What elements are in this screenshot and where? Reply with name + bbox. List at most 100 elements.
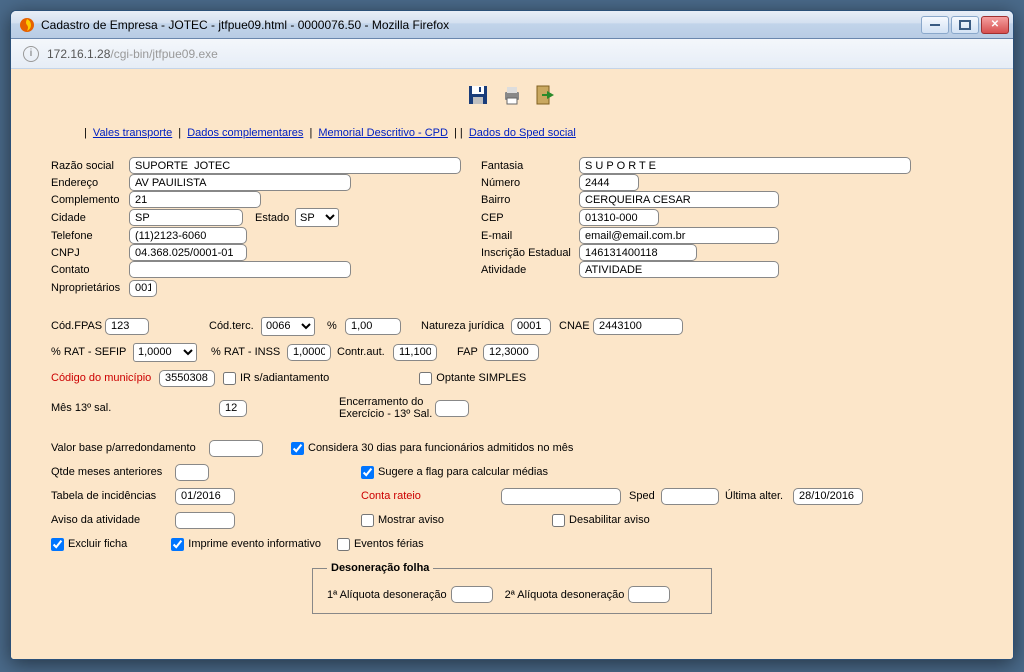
input-cnpj[interactable]	[129, 244, 247, 261]
save-icon[interactable]	[464, 81, 492, 109]
check-considera-30[interactable]	[291, 442, 304, 455]
label-encerramento: Encerramento do Exercício - 13º Sal.	[339, 396, 435, 420]
input-ultima-alter[interactable]	[793, 488, 863, 505]
titlebar: Cadastro de Empresa - JOTEC - jtfpue09.h…	[11, 11, 1013, 39]
input-pct[interactable]	[345, 318, 401, 335]
exit-icon[interactable]	[532, 81, 560, 109]
check-excluir-ficha[interactable]	[51, 538, 64, 551]
label-aliq2: 2ª Alíquota desoneração	[505, 589, 625, 601]
fieldset-desoneracao: Desoneração folha 1ª Alíquota desoneraçã…	[312, 562, 712, 614]
label-ir-adiant: IR s/adiantamento	[240, 372, 329, 384]
label-estado: Estado	[255, 212, 295, 224]
label-rat-inss: % RAT - INSS	[211, 346, 287, 358]
input-cod-municipio[interactable]	[159, 370, 215, 387]
input-contato[interactable]	[129, 261, 351, 278]
input-bairro[interactable]	[579, 191, 779, 208]
check-desabilitar-aviso[interactable]	[552, 514, 565, 527]
input-encerramento[interactable]	[435, 400, 469, 417]
input-fantasia[interactable]	[579, 157, 911, 174]
check-mostrar-aviso[interactable]	[361, 514, 374, 527]
form: Razão social Fantasia Endereço Número	[51, 157, 973, 614]
label-aviso-atividade: Aviso da atividade	[51, 514, 175, 526]
label-considera-30: Considera 30 dias para funcionários admi…	[308, 442, 573, 454]
check-sugere-flag[interactable]	[361, 466, 374, 479]
input-rat-inss[interactable]	[287, 344, 331, 361]
label-fantasia: Fantasia	[481, 160, 579, 172]
link-vales[interactable]: Vales transporte	[93, 127, 172, 139]
input-numero[interactable]	[579, 174, 639, 191]
check-eventos-ferias[interactable]	[337, 538, 350, 551]
label-cod-terc: Cód.terc.	[209, 320, 261, 332]
select-rat-sefip[interactable]: 1,0000	[133, 343, 197, 362]
label-sped: Sped	[629, 490, 661, 502]
select-estado[interactable]: SP	[295, 208, 339, 227]
label-opt-simples: Optante SIMPLES	[436, 372, 526, 384]
check-imprime-evento[interactable]	[171, 538, 184, 551]
label-nproprietarios: Nproprietários	[51, 282, 129, 294]
label-cnae: CNAE	[559, 320, 593, 332]
firefox-icon	[19, 17, 35, 33]
label-eventos-ferias: Eventos férias	[354, 538, 424, 550]
label-complemento: Complemento	[51, 194, 129, 206]
input-cnae[interactable]	[593, 318, 683, 335]
close-button[interactable]	[981, 16, 1009, 34]
input-cod-fpas[interactable]	[105, 318, 149, 335]
label-cod-fpas: Cód.FPAS	[51, 320, 105, 332]
label-desabilitar-aviso: Desabilitar aviso	[569, 514, 650, 526]
input-valor-base[interactable]	[209, 440, 263, 457]
input-aliq2[interactable]	[628, 586, 670, 603]
label-rat-sefip: % RAT - SEFIP	[51, 346, 133, 358]
input-nat-juridica[interactable]	[511, 318, 551, 335]
label-fap: FAP	[457, 346, 483, 358]
info-icon[interactable]: i	[23, 46, 39, 62]
input-qtde-meses[interactable]	[175, 464, 209, 481]
label-bairro: Bairro	[481, 194, 579, 206]
page-content: | Vales transporte | Dados complementare…	[11, 69, 1013, 659]
label-valor-base: Valor base p/arredondamento	[51, 442, 209, 454]
input-email[interactable]	[579, 227, 779, 244]
label-conta-rateio: Conta rateio	[361, 490, 431, 502]
browser-window: Cadastro de Empresa - JOTEC - jtfpue09.h…	[10, 10, 1014, 660]
input-nproprietarios[interactable]	[129, 280, 157, 297]
input-aviso-atividade[interactable]	[175, 512, 235, 529]
label-mostrar-aviso: Mostrar aviso	[378, 514, 444, 526]
check-opt-simples[interactable]	[419, 372, 432, 385]
maximize-button[interactable]	[951, 16, 979, 34]
input-razao-social[interactable]	[129, 157, 461, 174]
label-telefone: Telefone	[51, 230, 129, 242]
input-mes-13[interactable]	[219, 400, 247, 417]
label-numero: Número	[481, 177, 579, 189]
link-memorial[interactable]: Memorial Descritivo - CPD	[318, 127, 448, 139]
label-tabela-inc: Tabela de incidências	[51, 490, 175, 502]
input-endereco[interactable]	[129, 174, 351, 191]
input-contr-aut[interactable]	[393, 344, 437, 361]
label-sugere-flag: Sugere a flag para calcular médias	[378, 466, 548, 478]
input-cidade[interactable]	[129, 209, 243, 226]
url-text[interactable]: 172.16.1.28/cgi-bin/jtfpue09.exe	[47, 47, 218, 61]
print-icon[interactable]	[498, 81, 526, 109]
input-cep[interactable]	[579, 209, 659, 226]
label-nat-juridica: Natureza jurídica	[421, 320, 511, 332]
input-tabela-inc[interactable]	[175, 488, 235, 505]
link-sped[interactable]: Dados do Sped social	[469, 127, 576, 139]
input-sped[interactable]	[661, 488, 719, 505]
label-cod-municipio: Código do município	[51, 372, 159, 384]
input-telefone[interactable]	[129, 227, 247, 244]
minimize-button[interactable]	[921, 16, 949, 34]
label-insc-est: Inscrição Estadual	[481, 247, 579, 259]
label-mes-13: Mês 13º sal.	[51, 402, 219, 414]
select-cod-terc[interactable]: 0066	[261, 317, 315, 336]
label-cnpj: CNPJ	[51, 247, 129, 259]
label-qtde-meses: Qtde meses anteriores	[51, 466, 175, 478]
input-complemento[interactable]	[129, 191, 261, 208]
input-insc-est[interactable]	[579, 244, 697, 261]
input-conta-rateio[interactable]	[501, 488, 621, 505]
input-fap[interactable]	[483, 344, 539, 361]
window-controls	[921, 16, 1009, 34]
link-dados[interactable]: Dados complementares	[187, 127, 303, 139]
label-email: E-mail	[481, 230, 579, 242]
input-aliq1[interactable]	[451, 586, 493, 603]
url-bar: i 172.16.1.28/cgi-bin/jtfpue09.exe	[11, 39, 1013, 69]
check-ir-adiant[interactable]	[223, 372, 236, 385]
input-atividade[interactable]	[579, 261, 779, 278]
